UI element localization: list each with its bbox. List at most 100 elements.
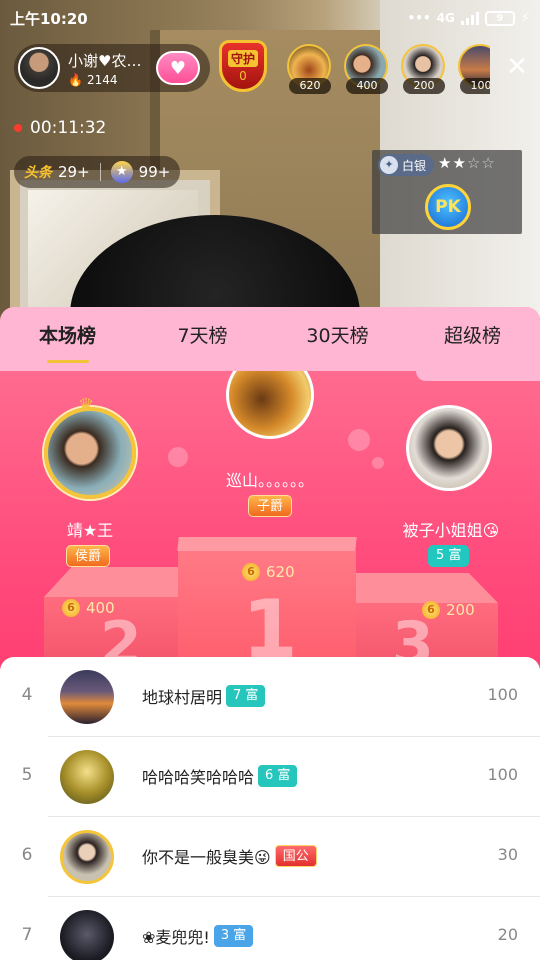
list-tag: 3 富 [213, 925, 254, 947]
network-label: 4G [436, 11, 455, 25]
status-time: 上午10:20 [10, 9, 88, 28]
host-name: 小谢♥农… [68, 51, 142, 70]
pk-stars-filled: ★★ [438, 154, 467, 172]
host-text: 小谢♥农… 🔥 2144 [68, 50, 152, 87]
second-place-score: 6 400 [62, 599, 115, 617]
list-tag: 国公 [274, 845, 317, 867]
list-user: 地球村居明 7 富 [142, 684, 266, 708]
viewer-avatar[interactable]: 400 [344, 44, 390, 94]
recording-dot-icon [14, 124, 22, 132]
coin-icon: 6 [242, 563, 260, 581]
list-rank: 5 [21, 765, 33, 785]
star-count: 99+ [138, 163, 171, 181]
list-rank: 6 [21, 845, 33, 865]
third-place-tag: 5 富 [428, 545, 470, 567]
pk-button[interactable]: PK [425, 184, 471, 230]
coin-icon: 6 [422, 601, 440, 619]
follow-heart-button[interactable]: ♥ [156, 51, 200, 85]
tab-underlay [416, 371, 540, 381]
list-rank: 7 [21, 925, 33, 945]
host-fans: 🔥 2144 [68, 73, 152, 87]
third-place-avatar[interactable] [406, 405, 492, 491]
tab-current-session[interactable]: 本场榜 [0, 307, 135, 371]
pk-panel: ✦ 白银 ★★☆☆ PK [372, 150, 522, 234]
list-value: 100 [487, 685, 518, 704]
list-value: 20 [497, 925, 518, 944]
second-place-tag: 侯爵 [66, 545, 111, 567]
list-name: ❀麦兜兜! [142, 928, 210, 947]
list-item[interactable]: 5 哈哈哈笑哈哈哈 6 富 100 [0, 737, 540, 817]
list-rank: 4 [21, 685, 33, 705]
list-item[interactable]: 4 地球村居明 7 富 100 [0, 657, 540, 737]
top-viewers: 620 400 200 100 [287, 44, 490, 94]
viewer-count: 100 [460, 78, 490, 94]
list-avatar[interactable] [60, 830, 114, 884]
second-place-score-value: 400 [86, 599, 115, 617]
list-name: 地球村居明 [142, 688, 223, 707]
fire-icon: 🔥 [68, 72, 83, 87]
list-name: 你不是一般臭美😜 [142, 848, 271, 867]
list-item[interactable]: 6 你不是一般臭美😜 国公 30 [0, 817, 540, 897]
coin-icon: 6 [62, 599, 80, 617]
pk-stars: ★★☆☆ [438, 154, 496, 172]
close-icon[interactable]: ✕ [504, 54, 530, 80]
viewer-count: 400 [346, 78, 388, 94]
viewer-avatar[interactable]: 620 [287, 44, 333, 94]
tab-super[interactable]: 超级榜 [405, 307, 540, 371]
crown-icon: ♛ [78, 395, 95, 416]
pk-tier-badge: ✦ 白银 [378, 154, 435, 176]
second-place-avatar[interactable] [44, 407, 136, 499]
first-place-name: 巡山。。。。。。 [225, 471, 314, 490]
star-icon: ★ [110, 161, 133, 183]
list-user: 你不是一般臭美😜 国公 [142, 844, 317, 868]
third-place-name: 被子小姐姐😘 [402, 521, 500, 540]
ranking-tabs: 本场榜 7天榜 30天榜 超级榜 [0, 307, 540, 371]
third-place-score-value: 200 [446, 601, 475, 619]
guard-count: 0 [239, 68, 247, 83]
viewer-count: 620 [289, 78, 331, 94]
live-timer-text: 00:11:32 [30, 118, 107, 138]
tab-7-days[interactable]: 7天榜 [135, 307, 270, 371]
tier-medal-icon: ✦ [380, 156, 398, 174]
guard-label: 守护 [227, 49, 258, 67]
status-icons: ••• 4G 9 ⚡ [408, 10, 530, 26]
live-timer: 00:11:32 [14, 118, 106, 138]
signal-icon [460, 11, 479, 25]
list-avatar[interactable] [60, 670, 114, 724]
pk-stars-empty: ☆☆ [466, 154, 496, 172]
list-value: 100 [487, 765, 518, 784]
first-place-tag: 子爵 [248, 495, 293, 517]
ranking-panel: 本场榜 7天榜 30天榜 超级榜 1 2 3 巡山。。。。。。 子爵 6 620 … [0, 307, 540, 960]
first-place-score-value: 620 [266, 563, 295, 581]
list-tag: 6 富 [258, 765, 298, 787]
viewer-avatar[interactable]: 200 [401, 44, 447, 94]
viewer-count: 200 [403, 78, 445, 94]
host-fans-count: 2144 [86, 72, 118, 87]
third-place-score: 6 200 [422, 601, 475, 619]
list-tag: 7 富 [226, 685, 266, 707]
podium-stage: 1 2 3 巡山。。。。。。 子爵 6 620 ♛ 靖★王 侯爵 6 400 被子小… [0, 371, 540, 671]
host-avatar[interactable] [18, 47, 60, 89]
decor-bubble [348, 429, 370, 451]
tab-30-days[interactable]: 30天榜 [270, 307, 405, 371]
list-value: 30 [497, 845, 518, 864]
pk-tier-label: 白银 [402, 158, 427, 173]
second-place-name: 靖★王 [66, 521, 114, 540]
headline-icon: 头条 [24, 165, 52, 181]
status-bar: 上午10:20 ••• 4G 9 ⚡ [0, 0, 540, 36]
host-info[interactable]: 小谢♥农… 🔥 2144 ♥ [14, 44, 210, 92]
viewer-avatar[interactable]: 100 [458, 44, 490, 94]
list-user: ❀麦兜兜! 3 富 [142, 924, 254, 948]
first-place-score: 6 620 [242, 563, 295, 581]
list-name: 哈哈哈笑哈哈哈 [142, 768, 255, 787]
badge-divider [99, 163, 101, 181]
list-avatar[interactable] [60, 910, 114, 960]
list-avatar[interactable] [60, 750, 114, 804]
list-user: 哈哈哈笑哈哈哈 6 富 [142, 764, 298, 788]
battery-icon: 9 [484, 10, 515, 26]
guard-badge[interactable]: 守护 0 [219, 40, 271, 96]
charging-icon: ⚡ [520, 10, 530, 26]
first-place-avatar[interactable] [226, 371, 314, 439]
list-item[interactable]: 7 ❀麦兜兜! 3 富 20 [0, 897, 540, 960]
rank-badges[interactable]: 头条 29+ ★ 99+ [14, 156, 181, 188]
